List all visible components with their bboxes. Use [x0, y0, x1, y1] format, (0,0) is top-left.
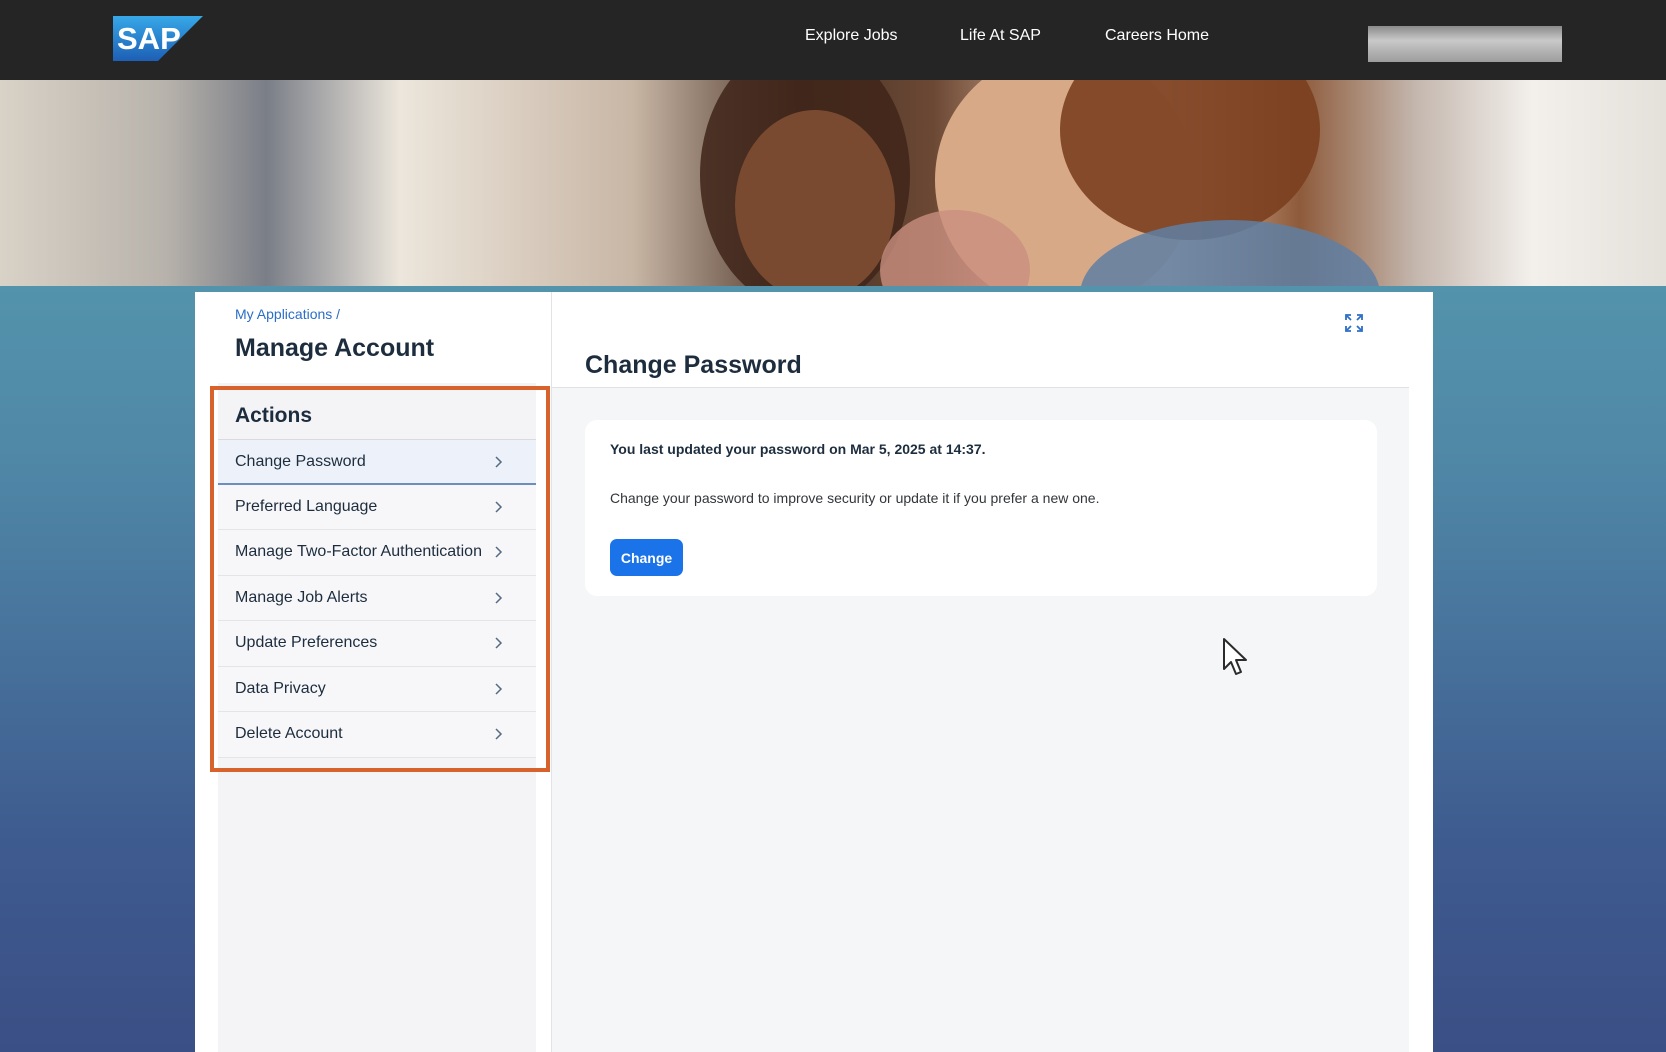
actions-highlight-frame [210, 386, 550, 772]
nav-explore-jobs[interactable]: Explore Jobs [805, 27, 898, 45]
mouse-cursor-icon [1223, 638, 1247, 675]
hero-banner-image [0, 80, 1666, 286]
expand-icon[interactable] [1344, 313, 1364, 333]
password-description: Change your password to improve security… [610, 490, 1100, 506]
change-password-button[interactable]: Change [610, 539, 683, 576]
nav-careers-home[interactable]: Careers Home [1105, 27, 1209, 45]
last-updated-text: You last updated your password on Mar 5,… [610, 441, 986, 457]
top-navigation-bar: SAP Explore Jobs Life At SAP Careers Hom… [0, 0, 1666, 80]
page-title: Manage Account [235, 334, 435, 362]
content-title: Change Password [585, 351, 802, 379]
breadcrumb-my-applications[interactable]: My Applications / [235, 306, 340, 322]
blurred-user-area[interactable] [1368, 26, 1562, 62]
svg-text:SAP: SAP [117, 21, 181, 56]
sap-logo[interactable]: SAP [113, 16, 203, 61]
nav-life-at-sap[interactable]: Life At SAP [960, 27, 1041, 45]
